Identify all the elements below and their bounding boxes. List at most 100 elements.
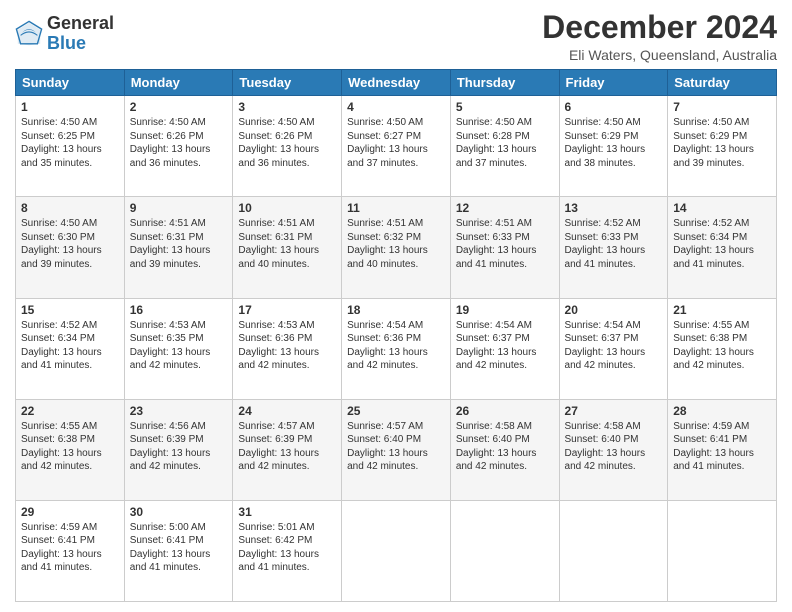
table-row: 31 Sunrise: 5:01 AMSunset: 6:42 PMDaylig…	[233, 500, 342, 601]
table-row	[559, 500, 668, 601]
day-info: Sunrise: 4:51 AMSunset: 6:31 PMDaylight:…	[130, 218, 211, 270]
day-info: Sunrise: 5:00 AMSunset: 6:41 PMDaylight:…	[130, 522, 211, 574]
day-info: Sunrise: 4:52 AMSunset: 6:33 PMDaylight:…	[565, 218, 646, 270]
day-info: Sunrise: 4:52 AMSunset: 6:34 PMDaylight:…	[21, 320, 102, 372]
title-block: December 2024 Eli Waters, Queensland, Au…	[542, 10, 777, 63]
table-row: 13 Sunrise: 4:52 AMSunset: 6:33 PMDaylig…	[559, 197, 668, 298]
day-info: Sunrise: 4:55 AMSunset: 6:38 PMDaylight:…	[673, 320, 754, 372]
day-number: 9	[130, 201, 228, 215]
day-number: 27	[565, 404, 663, 418]
calendar-table: Sunday Monday Tuesday Wednesday Thursday…	[15, 69, 777, 602]
table-row: 14 Sunrise: 4:52 AMSunset: 6:34 PMDaylig…	[668, 197, 777, 298]
table-row: 10 Sunrise: 4:51 AMSunset: 6:31 PMDaylig…	[233, 197, 342, 298]
table-row: 22 Sunrise: 4:55 AMSunset: 6:38 PMDaylig…	[16, 399, 125, 500]
day-number: 20	[565, 303, 663, 317]
day-info: Sunrise: 5:01 AMSunset: 6:42 PMDaylight:…	[238, 522, 319, 574]
day-number: 28	[673, 404, 771, 418]
table-row: 4 Sunrise: 4:50 AMSunset: 6:27 PMDayligh…	[342, 96, 451, 197]
day-number: 8	[21, 201, 119, 215]
day-number: 31	[238, 505, 336, 519]
col-wednesday: Wednesday	[342, 70, 451, 96]
day-info: Sunrise: 4:51 AMSunset: 6:32 PMDaylight:…	[347, 218, 428, 270]
day-number: 15	[21, 303, 119, 317]
table-row: 1 Sunrise: 4:50 AMSunset: 6:25 PMDayligh…	[16, 96, 125, 197]
table-row: 21 Sunrise: 4:55 AMSunset: 6:38 PMDaylig…	[668, 298, 777, 399]
table-row	[668, 500, 777, 601]
calendar-week-4: 22 Sunrise: 4:55 AMSunset: 6:38 PMDaylig…	[16, 399, 777, 500]
logo-blue: Blue	[47, 34, 114, 54]
table-row: 2 Sunrise: 4:50 AMSunset: 6:26 PMDayligh…	[124, 96, 233, 197]
day-info: Sunrise: 4:50 AMSunset: 6:27 PMDaylight:…	[347, 117, 428, 169]
day-info: Sunrise: 4:58 AMSunset: 6:40 PMDaylight:…	[565, 421, 646, 473]
table-row: 9 Sunrise: 4:51 AMSunset: 6:31 PMDayligh…	[124, 197, 233, 298]
day-info: Sunrise: 4:56 AMSunset: 6:39 PMDaylight:…	[130, 421, 211, 473]
col-thursday: Thursday	[450, 70, 559, 96]
table-row: 11 Sunrise: 4:51 AMSunset: 6:32 PMDaylig…	[342, 197, 451, 298]
day-number: 30	[130, 505, 228, 519]
col-friday: Friday	[559, 70, 668, 96]
col-sunday: Sunday	[16, 70, 125, 96]
table-row: 17 Sunrise: 4:53 AMSunset: 6:36 PMDaylig…	[233, 298, 342, 399]
col-saturday: Saturday	[668, 70, 777, 96]
calendar-header-row: Sunday Monday Tuesday Wednesday Thursday…	[16, 70, 777, 96]
table-row: 23 Sunrise: 4:56 AMSunset: 6:39 PMDaylig…	[124, 399, 233, 500]
calendar-week-5: 29 Sunrise: 4:59 AMSunset: 6:41 PMDaylig…	[16, 500, 777, 601]
logo-general: General	[47, 14, 114, 34]
table-row: 28 Sunrise: 4:59 AMSunset: 6:41 PMDaylig…	[668, 399, 777, 500]
day-number: 14	[673, 201, 771, 215]
day-number: 21	[673, 303, 771, 317]
day-number: 13	[565, 201, 663, 215]
logo: General Blue	[15, 14, 114, 54]
day-number: 29	[21, 505, 119, 519]
table-row: 8 Sunrise: 4:50 AMSunset: 6:30 PMDayligh…	[16, 197, 125, 298]
day-number: 24	[238, 404, 336, 418]
day-info: Sunrise: 4:51 AMSunset: 6:33 PMDaylight:…	[456, 218, 537, 270]
table-row	[450, 500, 559, 601]
day-info: Sunrise: 4:54 AMSunset: 6:37 PMDaylight:…	[456, 320, 537, 372]
table-row: 19 Sunrise: 4:54 AMSunset: 6:37 PMDaylig…	[450, 298, 559, 399]
day-info: Sunrise: 4:50 AMSunset: 6:28 PMDaylight:…	[456, 117, 537, 169]
logo-icon	[15, 20, 43, 48]
table-row: 16 Sunrise: 4:53 AMSunset: 6:35 PMDaylig…	[124, 298, 233, 399]
day-number: 11	[347, 201, 445, 215]
day-info: Sunrise: 4:50 AMSunset: 6:26 PMDaylight:…	[130, 117, 211, 169]
day-info: Sunrise: 4:53 AMSunset: 6:36 PMDaylight:…	[238, 320, 319, 372]
logo-text: General Blue	[47, 14, 114, 54]
day-number: 12	[456, 201, 554, 215]
table-row: 3 Sunrise: 4:50 AMSunset: 6:26 PMDayligh…	[233, 96, 342, 197]
day-info: Sunrise: 4:57 AMSunset: 6:40 PMDaylight:…	[347, 421, 428, 473]
day-info: Sunrise: 4:54 AMSunset: 6:36 PMDaylight:…	[347, 320, 428, 372]
day-info: Sunrise: 4:50 AMSunset: 6:30 PMDaylight:…	[21, 218, 102, 270]
day-number: 19	[456, 303, 554, 317]
day-info: Sunrise: 4:50 AMSunset: 6:26 PMDaylight:…	[238, 117, 319, 169]
day-info: Sunrise: 4:50 AMSunset: 6:29 PMDaylight:…	[673, 117, 754, 169]
day-info: Sunrise: 4:50 AMSunset: 6:29 PMDaylight:…	[565, 117, 646, 169]
day-info: Sunrise: 4:58 AMSunset: 6:40 PMDaylight:…	[456, 421, 537, 473]
day-info: Sunrise: 4:52 AMSunset: 6:34 PMDaylight:…	[673, 218, 754, 270]
table-row: 6 Sunrise: 4:50 AMSunset: 6:29 PMDayligh…	[559, 96, 668, 197]
table-row: 29 Sunrise: 4:59 AMSunset: 6:41 PMDaylig…	[16, 500, 125, 601]
calendar-week-3: 15 Sunrise: 4:52 AMSunset: 6:34 PMDaylig…	[16, 298, 777, 399]
day-number: 23	[130, 404, 228, 418]
day-number: 5	[456, 100, 554, 114]
table-row: 7 Sunrise: 4:50 AMSunset: 6:29 PMDayligh…	[668, 96, 777, 197]
table-row: 20 Sunrise: 4:54 AMSunset: 6:37 PMDaylig…	[559, 298, 668, 399]
day-number: 10	[238, 201, 336, 215]
day-info: Sunrise: 4:57 AMSunset: 6:39 PMDaylight:…	[238, 421, 319, 473]
day-info: Sunrise: 4:59 AMSunset: 6:41 PMDaylight:…	[21, 522, 102, 574]
month-title: December 2024	[542, 10, 777, 45]
table-row: 25 Sunrise: 4:57 AMSunset: 6:40 PMDaylig…	[342, 399, 451, 500]
page: General Blue December 2024 Eli Waters, Q…	[0, 0, 792, 612]
day-number: 25	[347, 404, 445, 418]
day-number: 17	[238, 303, 336, 317]
table-row: 18 Sunrise: 4:54 AMSunset: 6:36 PMDaylig…	[342, 298, 451, 399]
day-number: 4	[347, 100, 445, 114]
day-number: 18	[347, 303, 445, 317]
table-row: 5 Sunrise: 4:50 AMSunset: 6:28 PMDayligh…	[450, 96, 559, 197]
table-row: 27 Sunrise: 4:58 AMSunset: 6:40 PMDaylig…	[559, 399, 668, 500]
day-number: 7	[673, 100, 771, 114]
col-monday: Monday	[124, 70, 233, 96]
day-number: 1	[21, 100, 119, 114]
day-info: Sunrise: 4:54 AMSunset: 6:37 PMDaylight:…	[565, 320, 646, 372]
day-info: Sunrise: 4:55 AMSunset: 6:38 PMDaylight:…	[21, 421, 102, 473]
